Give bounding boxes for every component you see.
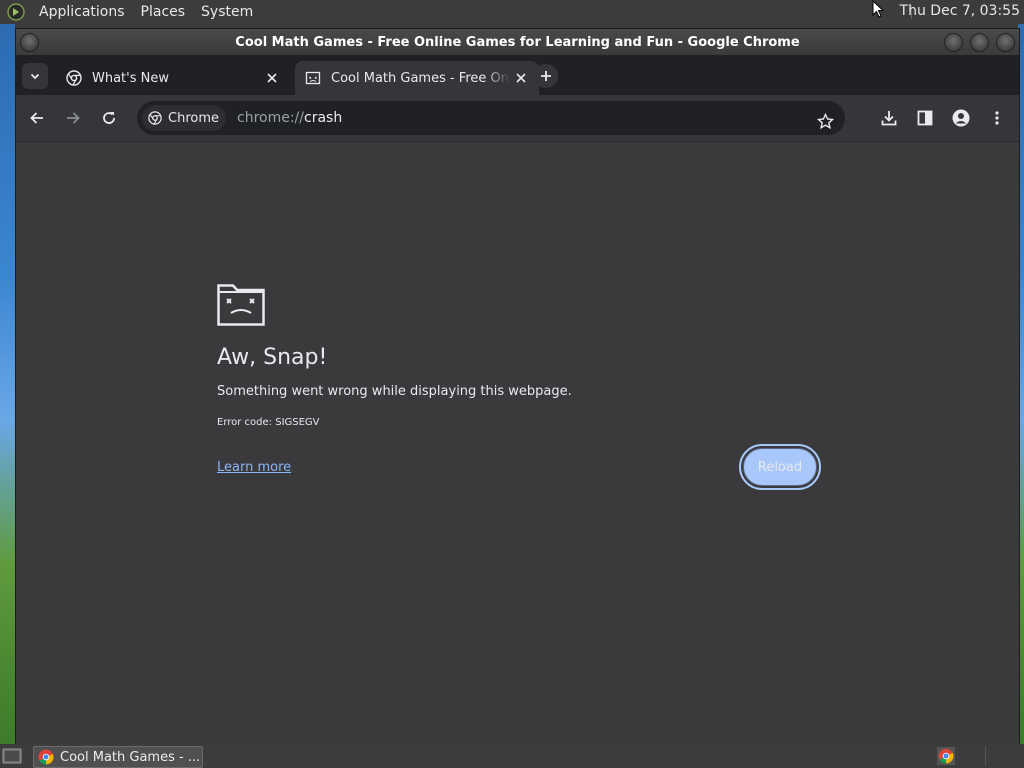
reload-toolbar-button[interactable] [97,106,121,130]
plus-icon [541,71,551,81]
applications-menu[interactable]: Applications [31,4,133,20]
system-menu[interactable]: System [193,4,261,20]
arrow-left-icon [30,112,43,124]
distro-logo-icon[interactable] [7,3,25,21]
bottom-taskbar: Cool Math Games - ... [0,744,1024,768]
taskbar-chrome-window[interactable]: Cool Math Games - ... [33,746,203,768]
browser-window: Cool Math Games - Free Online Games for … [15,28,1020,746]
maximize-button[interactable] [970,33,989,52]
mouse-cursor-icon [872,0,884,18]
tab-cool-math-games[interactable]: Cool Math Games - Free Online Games for … [295,61,539,95]
clock[interactable]: Thu Dec 7, 03:55 [900,3,1020,19]
tab-search-button[interactable] [22,63,48,89]
top-panel: Applications Places System Thu Dec 7, 03… [0,0,1024,24]
desktop-wallpaper [0,24,15,744]
tab-title: Cool Math Games - Free Online Games for … [331,70,511,86]
error-page: Aw, Snap! Something went wrong while dis… [16,142,1019,745]
close-window-button[interactable] [996,33,1015,52]
tab-close-button[interactable] [262,68,282,88]
places-menu[interactable]: Places [133,4,194,20]
chrome-menu-button[interactable] [985,106,1009,130]
window-title: Cool Math Games - Free Online Games for … [235,34,800,50]
side-panel-button[interactable] [913,106,937,130]
error-heading: Aw, Snap! [217,345,328,370]
tab-whats-new[interactable]: What's New [56,61,290,95]
window-menu-button[interactable] [20,33,39,52]
learn-more-link[interactable]: Learn more [217,460,291,475]
reload-focus-ring: Reload [739,444,821,490]
error-message: Something went wrong while displaying th… [217,384,572,399]
minimize-button[interactable] [944,33,963,52]
refresh-icon [103,112,115,124]
arrow-right-icon [67,112,80,124]
more-vert-icon [995,111,999,125]
chip-label: Chrome [168,110,219,126]
taskbar-window-label: Cool Math Games - ... [60,749,201,765]
url-scheme: chrome:// [237,110,304,126]
error-code: Error code: SIGSEGV [217,417,320,428]
tab-strip: What's New Cool Math Games - Free Online… [16,55,1019,95]
star-icon [816,112,834,129]
download-icon [881,111,897,126]
site-info-chip[interactable]: Chrome [142,105,226,131]
tray-separator [985,746,986,766]
tab-close-button[interactable] [511,68,531,88]
close-icon [267,73,277,83]
window-titlebar[interactable]: Cool Math Games - Free Online Games for … [16,29,1019,55]
forward-button[interactable] [61,106,85,130]
address-bar[interactable]: Chrome chrome://crash [137,101,845,135]
downloads-button[interactable] [877,106,901,130]
side-panel-icon [917,110,933,126]
sad-tab-icon [305,71,321,85]
chrome-icon [66,70,82,86]
reload-button[interactable]: Reload [743,448,817,486]
url-host: crash [304,110,343,126]
profile-button[interactable] [949,106,973,130]
avatar-icon [952,109,970,127]
sad-tab-icon [217,284,265,326]
new-tab-button[interactable] [534,64,558,88]
chrome-color-icon [38,749,54,765]
chrome-tray-icon[interactable] [937,747,955,765]
bookmark-button[interactable] [813,109,837,133]
close-icon [516,73,526,83]
toolbar: Chrome chrome://crash [16,95,1019,142]
chrome-icon [148,111,162,125]
url-text[interactable]: chrome://crash [237,110,342,126]
chevron-down-icon [30,73,40,80]
tab-title: What's New [92,70,169,86]
back-button[interactable] [25,106,49,130]
show-desktop-icon[interactable] [2,747,22,765]
